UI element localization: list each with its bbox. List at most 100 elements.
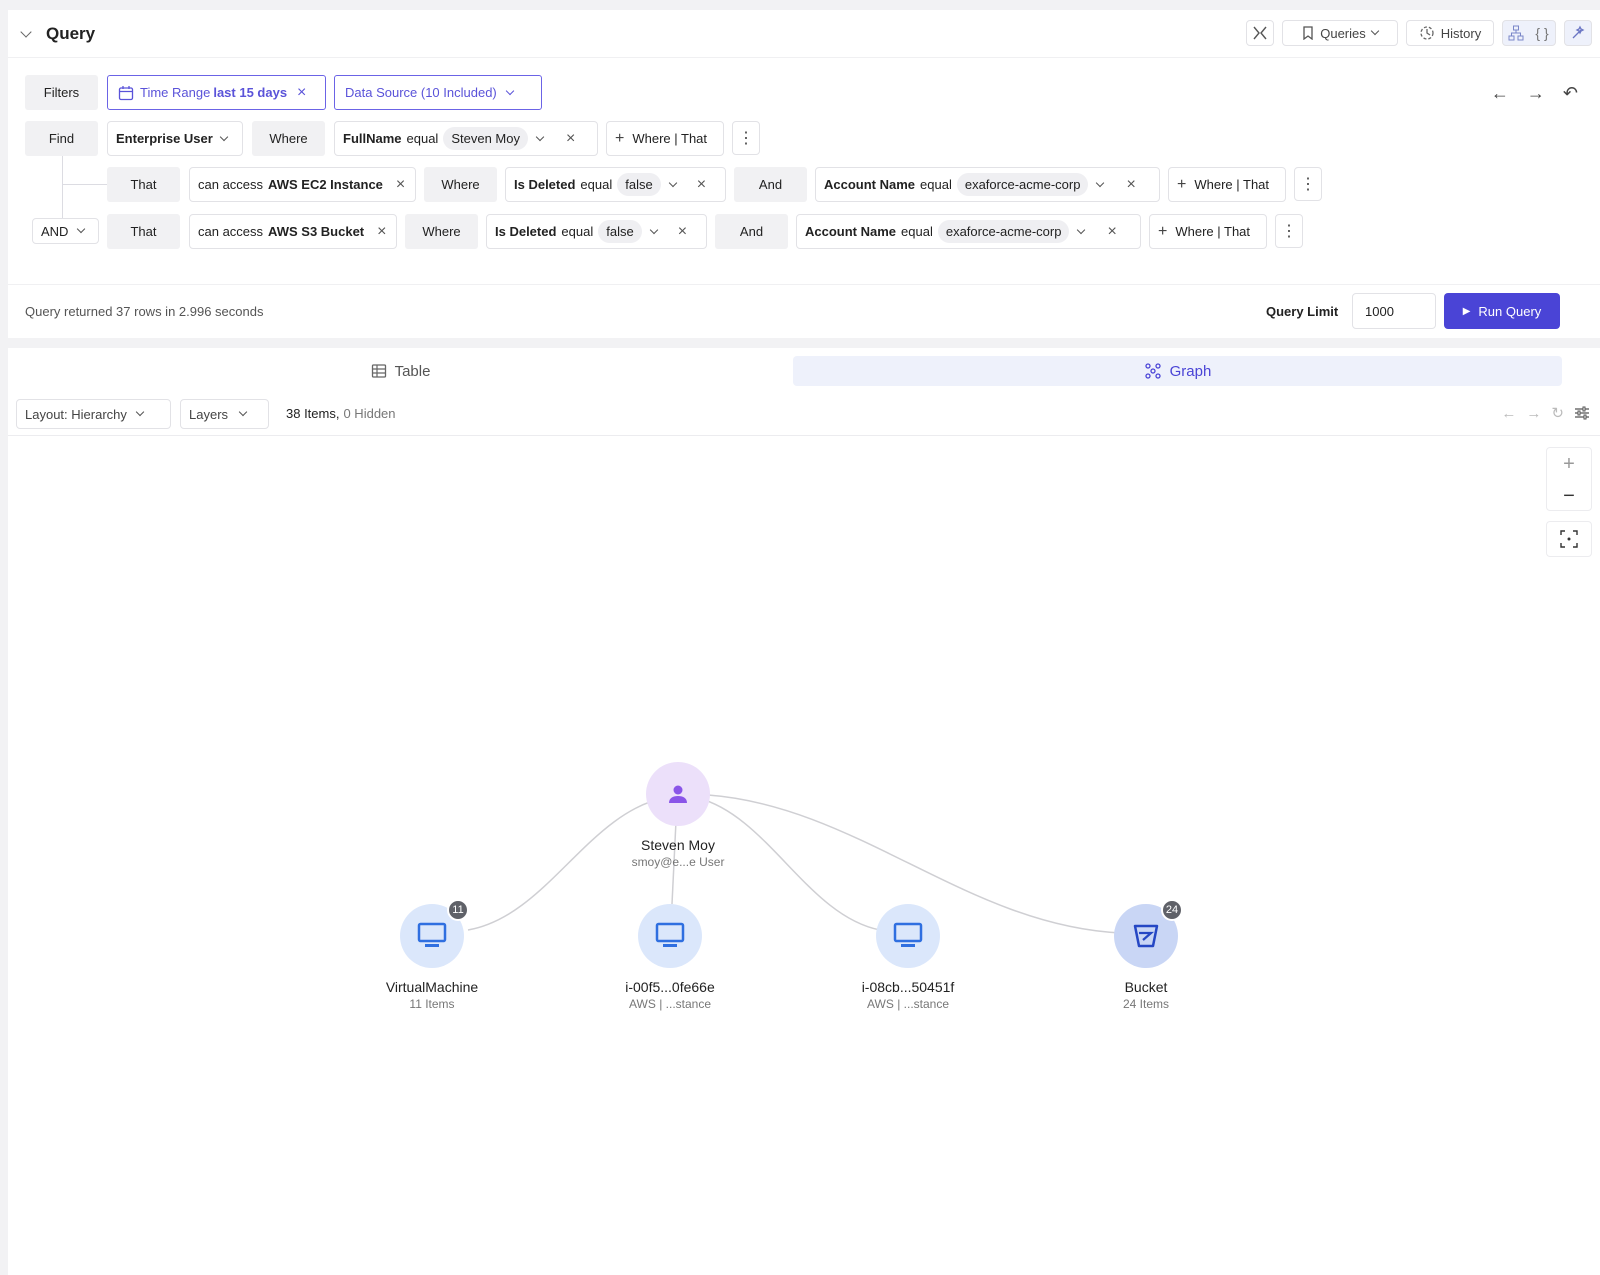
- that-button[interactable]: That: [107, 214, 180, 249]
- that-button[interactable]: That: [107, 167, 180, 202]
- condition-field: Account Name: [805, 224, 897, 239]
- where-label: Where: [422, 224, 461, 239]
- forward-arrow-icon[interactable]: →: [1527, 83, 1545, 104]
- node-user[interactable]: [646, 762, 710, 826]
- back-arrow-icon[interactable]: ←: [1491, 83, 1509, 104]
- count-badge: 11: [447, 899, 469, 921]
- more-vertical-icon: ⋮: [1281, 223, 1297, 240]
- tab-table[interactable]: Table: [8, 356, 793, 386]
- entity-dropdown[interactable]: Enterprise User: [107, 121, 243, 156]
- collapse-chevron-icon[interactable]: [20, 26, 32, 38]
- close-icon[interactable]: ×: [678, 223, 687, 240]
- node-title: Bucket: [1124, 979, 1168, 995]
- time-range-label: Time Range: [140, 85, 211, 100]
- forward-arrow-icon[interactable]: →: [1526, 405, 1541, 422]
- tree-line: [62, 156, 63, 218]
- access-condition-ec2[interactable]: can access AWS EC2 Instance ×: [189, 167, 416, 202]
- tab-graph[interactable]: Graph: [793, 356, 1562, 386]
- queries-dropdown[interactable]: Queries: [1282, 20, 1398, 46]
- condition-value: false: [598, 220, 642, 243]
- chevron-down-icon[interactable]: [535, 132, 545, 141]
- fullname-condition[interactable]: FullName equal Steven Moy ×: [334, 121, 598, 156]
- find-label: Find: [48, 131, 75, 146]
- node-bucket-label: Bucket 24 Items: [1056, 979, 1236, 1011]
- condition-field: Account Name: [824, 177, 916, 192]
- magic-button[interactable]: [1564, 20, 1592, 46]
- chevron-down-icon: [238, 407, 248, 417]
- close-icon[interactable]: ×: [377, 223, 386, 240]
- time-range-chip[interactable]: Time Range last 15 days ×: [107, 75, 326, 110]
- run-query-button[interactable]: ▶ Run Query: [1444, 293, 1560, 329]
- is-deleted-condition[interactable]: Is Deleted equal false ×: [486, 214, 707, 249]
- header-divider: [8, 57, 1600, 58]
- and-label: And: [758, 177, 783, 192]
- close-icon[interactable]: ×: [1107, 223, 1116, 240]
- monitor-icon: [417, 922, 447, 947]
- query-limit-input[interactable]: [1352, 293, 1436, 329]
- visual-mode-button[interactable]: [1503, 25, 1529, 41]
- close-icon[interactable]: ×: [1126, 176, 1135, 193]
- and-button[interactable]: And: [715, 214, 788, 249]
- results-panel: Table Graph Layout: Hierarchy Layers 38 …: [8, 348, 1600, 1275]
- and-button[interactable]: And: [734, 167, 807, 202]
- hidden-count: 0 Hidden: [343, 406, 396, 421]
- layers-dropdown[interactable]: Layers: [180, 399, 269, 429]
- plus-icon: +: [615, 129, 625, 147]
- condition-field: Is Deleted: [495, 224, 557, 239]
- graph-edges: [467, 794, 1122, 934]
- data-source-dropdown[interactable]: Data Source (10 Included): [334, 75, 542, 110]
- close-icon[interactable]: ×: [697, 176, 706, 193]
- user-icon: [669, 785, 687, 803]
- close-icon[interactable]: ×: [566, 130, 575, 147]
- add-where-that-button[interactable]: + Where | That: [606, 121, 724, 156]
- add-where-that-button[interactable]: + Where | That: [1149, 214, 1267, 249]
- status-divider: [8, 284, 1600, 285]
- chevron-down-icon[interactable]: [1096, 178, 1105, 187]
- node-user-label: Steven Moy smoy@e...e User: [588, 837, 768, 869]
- find-button[interactable]: Find: [25, 121, 98, 156]
- layout-dropdown[interactable]: Layout: Hierarchy: [16, 399, 171, 429]
- refresh-icon[interactable]: ↻: [1551, 404, 1564, 422]
- settings-sliders-icon[interactable]: [1574, 405, 1590, 421]
- braces-icon: { }: [1535, 25, 1549, 41]
- more-options-button[interactable]: ⋮: [1275, 214, 1303, 248]
- where-button[interactable]: Where: [252, 121, 325, 156]
- condition-value: Steven Moy: [443, 127, 528, 150]
- access-condition-s3[interactable]: can access AWS S3 Bucket ×: [189, 214, 397, 249]
- access-prefix: can access: [198, 177, 264, 192]
- that-label: That: [130, 224, 157, 239]
- undo-icon[interactable]: ↶: [1563, 83, 1578, 104]
- access-prefix: can access: [198, 224, 264, 239]
- account-name-condition[interactable]: Account Name equal exaforce-acme-corp ×: [796, 214, 1141, 249]
- node-instance-1-label: i-00f5...0fe66e AWS | ...stance: [580, 979, 760, 1011]
- chevron-down-icon[interactable]: [649, 225, 658, 234]
- chevron-down-icon: [1370, 26, 1380, 36]
- node-instance-1[interactable]: [638, 904, 702, 968]
- collapse-arrows-button[interactable]: [1246, 20, 1274, 46]
- node-instance-2[interactable]: [876, 904, 940, 968]
- back-arrow-icon[interactable]: ←: [1501, 405, 1516, 422]
- more-options-button[interactable]: ⋮: [732, 121, 760, 155]
- chevron-down-icon[interactable]: [668, 178, 677, 187]
- chevron-down-icon[interactable]: [1077, 225, 1086, 234]
- code-mode-button[interactable]: { }: [1529, 25, 1555, 41]
- where-button[interactable]: Where: [424, 167, 497, 202]
- items-count: 38 Items,: [286, 406, 340, 421]
- where-button[interactable]: Where: [405, 214, 478, 249]
- node-title: Steven Moy: [641, 837, 715, 853]
- history-button[interactable]: History: [1406, 20, 1494, 46]
- tree-branch: [62, 184, 107, 185]
- filters-button[interactable]: Filters: [25, 75, 98, 110]
- plus-icon: +: [1177, 175, 1187, 193]
- close-icon[interactable]: ×: [297, 84, 306, 101]
- logic-operator-dropdown[interactable]: AND: [32, 218, 99, 244]
- condition-op: equal: [920, 177, 952, 192]
- account-name-condition[interactable]: Account Name equal exaforce-acme-corp ×: [815, 167, 1160, 202]
- is-deleted-condition[interactable]: Is Deleted equal false ×: [505, 167, 726, 202]
- close-icon[interactable]: ×: [396, 176, 405, 193]
- history-label: History: [1440, 25, 1482, 41]
- node-title: VirtualMachine: [385, 979, 479, 995]
- chevron-down-icon: [219, 132, 229, 141]
- more-options-button[interactable]: ⋮: [1294, 167, 1322, 201]
- add-where-that-button[interactable]: + Where | That: [1168, 167, 1286, 202]
